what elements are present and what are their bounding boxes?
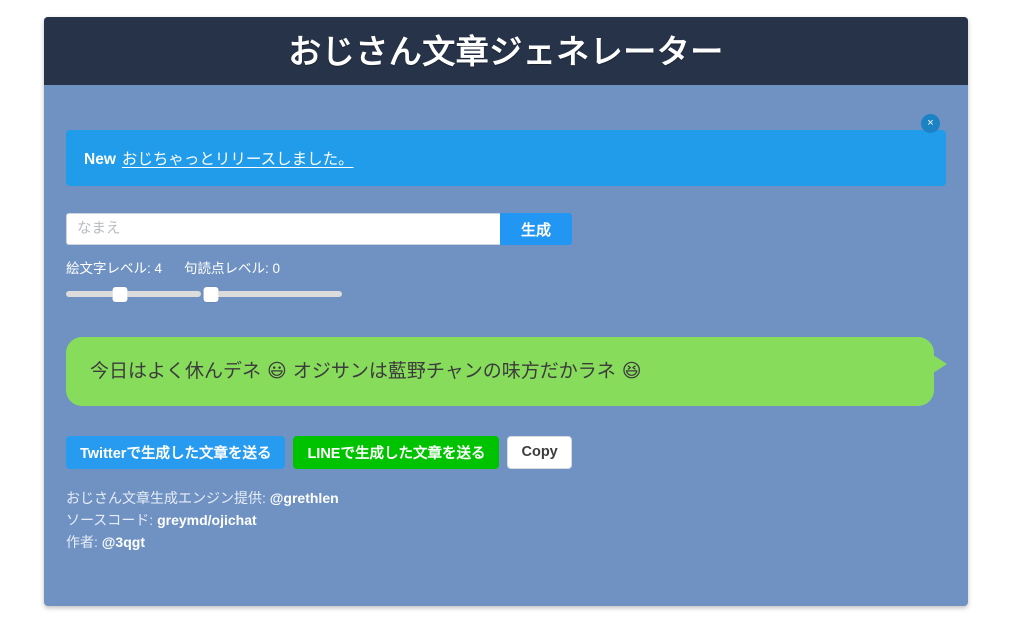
author-credit-label: 作者: (66, 533, 102, 550)
author-credit-link[interactable]: @3qgt (102, 534, 145, 550)
announcement-link[interactable]: おじちゃっとリリースしました。 (122, 151, 354, 168)
name-form: 生成 (66, 213, 572, 245)
source-credit-link[interactable]: greymd/ojichat (157, 512, 257, 528)
punctuation-level-slider[interactable] (203, 285, 342, 303)
slider-track (66, 291, 201, 297)
generate-button[interactable]: 生成 (500, 213, 572, 245)
bubble-tail-icon (933, 355, 947, 373)
close-icon[interactable]: × (921, 114, 940, 133)
source-credit-label: ソースコード: (66, 511, 158, 528)
app-header: おじさん文章ジェネレーター (44, 17, 968, 85)
announcement-text: New おじちゃっとリリースしました。 (84, 147, 354, 169)
engine-credit-link[interactable]: @grethlen (270, 490, 339, 506)
page-title: おじさん文章ジェネレーター (288, 32, 724, 70)
new-badge: New (84, 151, 116, 168)
slider-track (207, 291, 342, 297)
engine-credit-line: おじさん文章生成エンジン提供: @grethlen (66, 487, 946, 509)
app-card: おじさん文章ジェネレーター New おじちゃっとリリースしました。 × 生成 絵文… (44, 17, 968, 606)
result-area: 今日はよく休んデネ 😃 オジサンは藍野チャンの味方だかラネ 😆 (66, 337, 947, 406)
slider-labels: 絵文字レベル: 4 句読点レベル: 0 (66, 257, 946, 277)
name-input[interactable] (66, 213, 500, 245)
footer-credits: おじさん文章生成エンジン提供: @grethlen ソースコード: greymd… (66, 487, 946, 553)
share-buttons: Twitterで生成した文章を送る LINEで生成した文章を送る Copy (66, 435, 946, 469)
announcement-alert: New おじちゃっとリリースしました。 × (66, 114, 946, 186)
slider-controls (66, 285, 946, 303)
page-root: おじさん文章ジェネレーター New おじちゃっとリリースしました。 × 生成 絵文… (0, 0, 1024, 644)
share-line-button[interactable]: LINEで生成した文章を送る (293, 435, 500, 469)
share-twitter-button[interactable]: Twitterで生成した文章を送る (66, 435, 286, 469)
punctuation-level-label: 句読点レベル: 0 (184, 261, 281, 276)
copy-button[interactable]: Copy (507, 435, 572, 469)
slider-thumb[interactable] (203, 286, 219, 302)
source-credit-line: ソースコード: greymd/ojichat (66, 509, 946, 531)
app-body: New おじちゃっとリリースしました。 × 生成 絵文字レベル: 4 句読点レベル… (44, 85, 968, 606)
result-message: 今日はよく休んデネ 😃 オジサンは藍野チャンの味方だかラネ 😆 (90, 360, 642, 382)
slider-thumb[interactable] (112, 286, 128, 302)
emoji-level-slider[interactable] (66, 285, 201, 303)
result-bubble: 今日はよく休んデネ 😃 オジサンは藍野チャンの味方だかラネ 😆 (66, 337, 947, 406)
emoji-level-label: 絵文字レベル: 4 (66, 261, 163, 276)
author-credit-line: 作者: @3qgt (66, 531, 946, 553)
engine-credit-label: おじさん文章生成エンジン提供: (66, 489, 270, 506)
